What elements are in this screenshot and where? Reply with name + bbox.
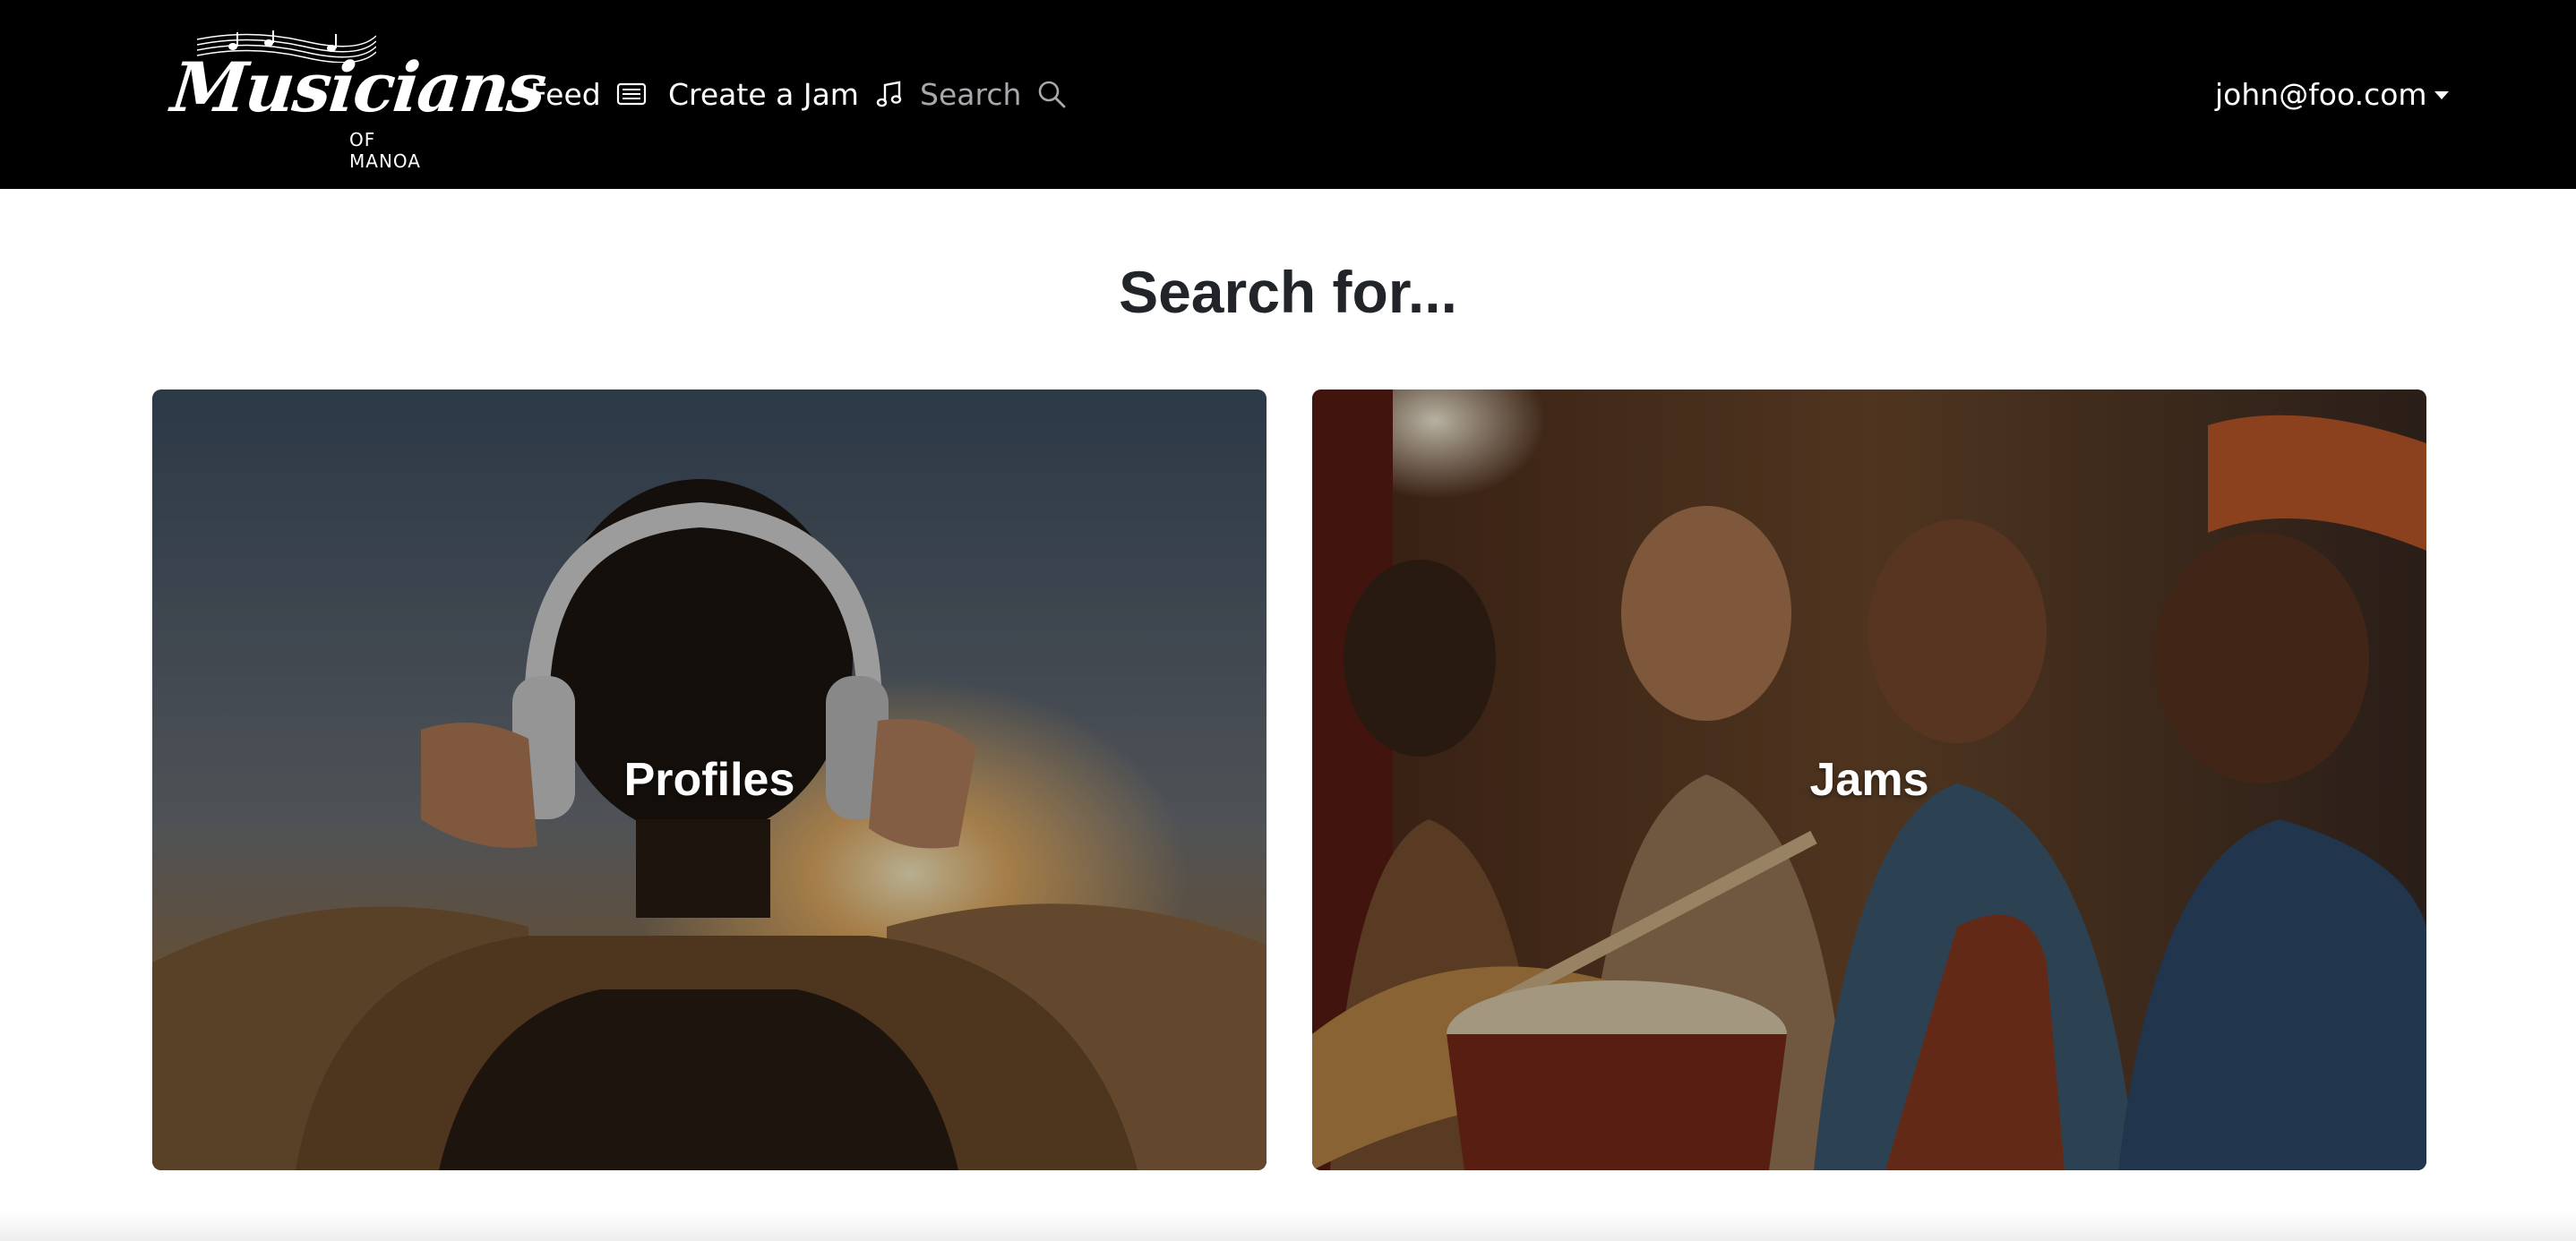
jams-search-card[interactable]: Jams: [1312, 389, 2426, 1170]
profiles-card-label: Profiles: [623, 754, 795, 806]
logo-title: Musicians: [167, 47, 549, 127]
nav-feed-label: Feed: [530, 76, 601, 112]
nav-feed-link[interactable]: Feed: [530, 72, 648, 116]
caret-down-icon: [2434, 90, 2449, 99]
jams-card-label: Jams: [1809, 754, 1929, 806]
page-footer-edge: [0, 1211, 2576, 1241]
music-note-icon: [876, 81, 902, 107]
profiles-search-card[interactable]: Profiles: [152, 389, 1267, 1170]
user-dropdown[interactable]: john@foo.com: [2215, 72, 2449, 116]
top-navbar: Musicians OF MANOA Feed Create a Jam Sea…: [0, 0, 2576, 189]
user-email: john@foo.com: [2215, 76, 2427, 112]
logo-subtitle: OF MANOA: [349, 129, 421, 172]
page-title: Search for...: [1119, 259, 1457, 325]
nav-search-link[interactable]: Search: [920, 72, 1068, 116]
nav-search-label: Search: [920, 76, 1022, 112]
search-icon: [1039, 81, 1066, 108]
nav-create-jam-link[interactable]: Create a Jam: [668, 72, 906, 116]
newspaper-icon: [616, 82, 646, 106]
nav-create-jam-label: Create a Jam: [668, 76, 859, 112]
musicians-of-manoa-logo[interactable]: Musicians OF MANOA: [167, 27, 548, 172]
